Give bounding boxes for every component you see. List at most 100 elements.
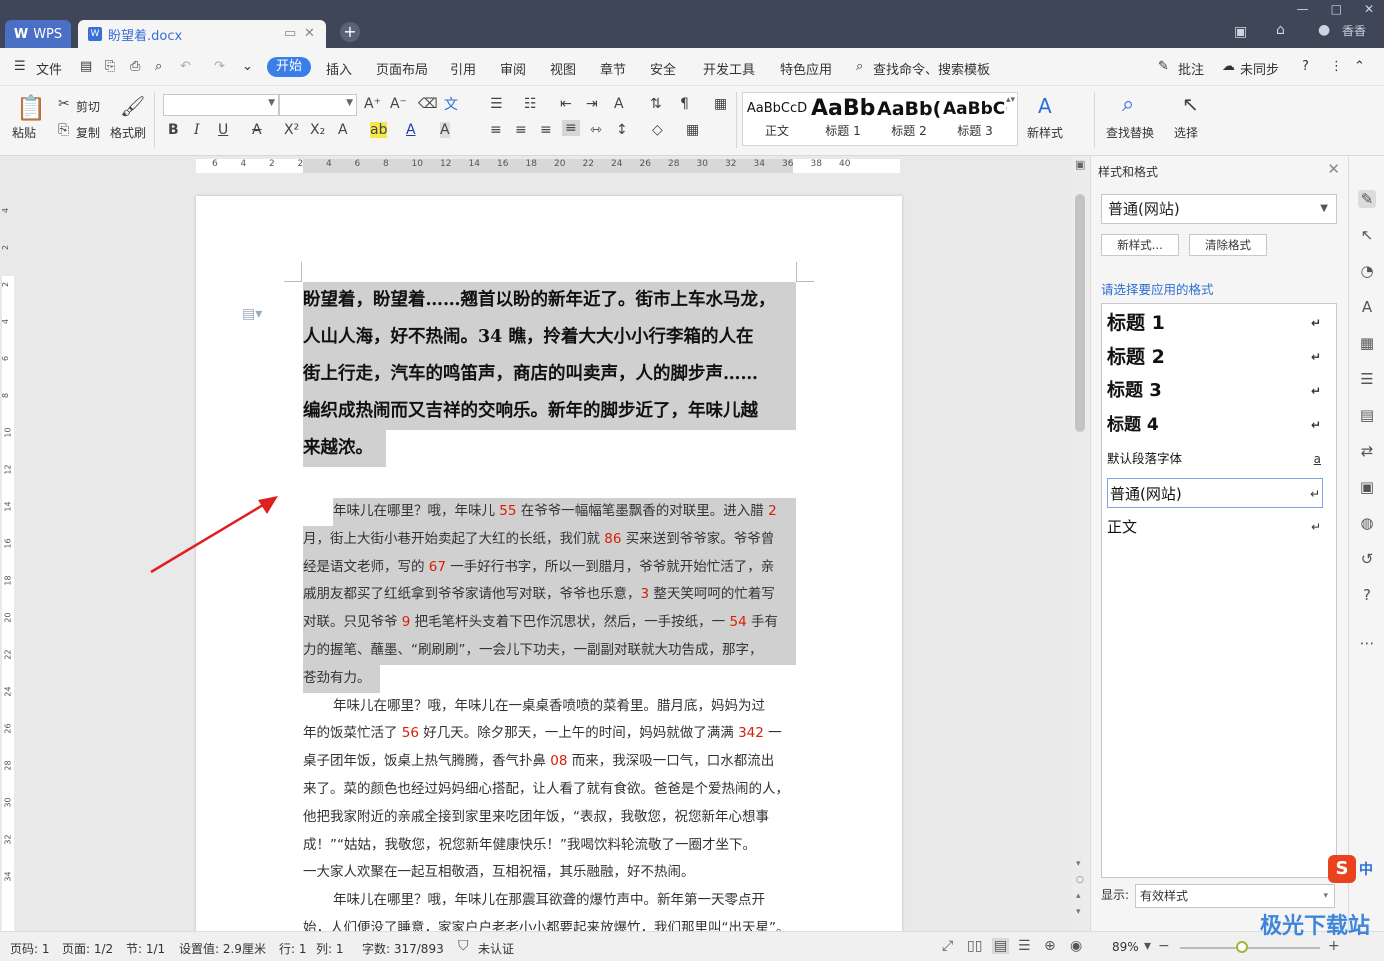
style-heading-2[interactable]: AaBb( 标题 2	[877, 96, 941, 142]
zoom-dropdown-icon[interactable]: ▾	[1144, 938, 1151, 954]
new-style-button[interactable]: 新样式	[1027, 124, 1063, 141]
ime-indicator[interactable]: S 中	[1328, 854, 1384, 884]
scrollbar-thumb[interactable]	[1075, 194, 1085, 432]
shapes-icon[interactable]: ◔	[1358, 262, 1376, 280]
zoom-slider[interactable]	[1180, 947, 1320, 949]
menu-file[interactable]: 文件	[36, 59, 62, 78]
window-count-icon[interactable]: ▣	[1234, 24, 1247, 40]
style-item-default-font[interactable]: 默认段落字体 a	[1107, 444, 1323, 474]
sort-icon[interactable]: ⇅	[650, 96, 662, 112]
style-normal[interactable]: AaBbCcD 正文	[745, 96, 809, 142]
highlight-icon[interactable]: ab	[370, 122, 388, 138]
menu-devtools[interactable]: 开发工具	[703, 59, 755, 78]
tab-wps-home[interactable]: W WPS	[5, 20, 71, 48]
numbered-list-icon[interactable]: ☷	[524, 96, 537, 112]
document-page[interactable]: ▤▾ 盼望着，盼望着……翘首以盼的新年近了。街市上车水马龙， 人山人海，好不热闹…	[196, 196, 902, 931]
comment-icon[interactable]: ✎	[1158, 59, 1169, 74]
close-window-icon[interactable]: ✕	[1364, 2, 1374, 16]
new-style-icon[interactable]: A	[1038, 94, 1052, 118]
current-style-select[interactable]: 普通(网站) ▼	[1101, 194, 1337, 224]
paragraph-options-icon[interactable]: ▤▾	[242, 306, 262, 322]
text-fill-icon[interactable]: A	[1358, 298, 1376, 316]
fullscreen-icon[interactable]: ⤢	[942, 938, 953, 954]
save-icon[interactable]: ▤	[80, 59, 92, 74]
new-tab-button[interactable]: +	[340, 22, 360, 42]
zoom-level[interactable]: 89%	[1112, 940, 1139, 954]
paste-button[interactable]: 粘贴	[12, 124, 36, 141]
menu-sync[interactable]: 未同步	[1240, 59, 1279, 78]
select-cursor-icon[interactable]: ↖	[1182, 92, 1199, 116]
close-panel-icon[interactable]: ✕	[1327, 160, 1340, 178]
menu-comment[interactable]: 批注	[1178, 59, 1204, 78]
close-tab-icon[interactable]: ✕	[304, 26, 315, 41]
undo-icon[interactable]: ↶	[180, 59, 191, 74]
strikethrough-icon[interactable]: A	[252, 122, 262, 138]
zoom-in-icon[interactable]: +	[1328, 938, 1340, 954]
vertical-ruler[interactable]: 4 2 2 4 6 8 10 12 14 16 18 20 22 24 26 28 30 32 34	[0, 176, 16, 931]
font-name-combo[interactable]: ▼	[163, 94, 279, 116]
justify-icon[interactable]: ≡	[562, 120, 580, 136]
font-size-combo[interactable]: ▼	[279, 94, 357, 116]
align-right-icon[interactable]: ≡	[540, 122, 552, 138]
status-row[interactable]: 行: 1	[279, 940, 307, 957]
status-certification[interactable]: 未认证	[478, 940, 514, 957]
avatar[interactable]: ●	[1318, 22, 1330, 38]
status-page-count[interactable]: 页面: 1/2	[62, 940, 113, 957]
status-word-count[interactable]: 字数: 317/893	[362, 940, 444, 957]
horizontal-ruler[interactable]: 6 4 2 2 4 6 8 10 12 14 16 18 20 22 24 26 28 30 32 34 36 38 40	[0, 156, 1090, 176]
maximize-icon[interactable]: □	[1331, 2, 1342, 16]
vertical-scrollbar[interactable]: ▣ ▾ ○ ▴ ▾	[1072, 156, 1090, 931]
increase-font-icon[interactable]: A⁺	[364, 96, 381, 112]
borders-icon[interactable]: ▦	[686, 122, 699, 138]
style-item-heading-3[interactable]: 标题 3 ↵	[1107, 376, 1323, 406]
text-effect-icon[interactable]: A	[338, 122, 348, 138]
menu-review[interactable]: 审阅	[500, 59, 526, 78]
status-column[interactable]: 列: 1	[316, 940, 344, 957]
style-item-body[interactable]: 正文 ↵	[1107, 512, 1323, 542]
help-circle-icon[interactable]: ?	[1358, 586, 1376, 604]
tab-document[interactable]: W 盼望着.docx ▭ ✕	[78, 20, 326, 48]
collapse-ribbon-icon[interactable]: ⌃	[1354, 59, 1365, 74]
styles-pen-icon[interactable]: ✎	[1358, 190, 1376, 208]
menu-chapter[interactable]: 章节	[600, 59, 626, 78]
zoom-slider-knob[interactable]	[1236, 941, 1248, 953]
chinese-layout-icon[interactable]: A	[614, 96, 624, 112]
read-mode-icon[interactable]: ▯▯	[967, 938, 982, 954]
user-name[interactable]: 香香	[1342, 22, 1366, 39]
align-center-icon[interactable]: ≡	[515, 122, 527, 138]
skin-icon[interactable]: ⌂	[1276, 22, 1285, 38]
panel-title[interactable]: 样式和格式	[1098, 163, 1158, 180]
increase-indent-icon[interactable]: ⇥	[586, 96, 598, 112]
style-heading-1[interactable]: AaBb 标题 1	[811, 96, 875, 142]
settings-sliders-icon[interactable]: ☰	[1358, 370, 1376, 388]
pin-window-icon[interactable]: ▭	[284, 26, 296, 41]
web-view-icon[interactable]: ⊕	[1044, 938, 1056, 954]
line-spacing-icon[interactable]: ↕	[616, 122, 628, 138]
page-view-icon[interactable]: ▤	[992, 938, 1010, 954]
clear-format-button[interactable]: 清除格式	[1189, 234, 1267, 256]
menu-start[interactable]: 开始	[267, 57, 311, 77]
menu-special[interactable]: 特色应用	[780, 59, 832, 78]
hamburger-icon[interactable]: ☰	[14, 59, 26, 74]
superscript-icon[interactable]: X²	[284, 122, 299, 138]
phonetic-guide-icon[interactable]: 文	[444, 94, 458, 114]
cut-icon[interactable]: ✂	[58, 96, 70, 112]
quick-access-dropdown-icon[interactable]: ⌄	[242, 59, 253, 74]
clear-format-icon[interactable]: ⌫	[418, 96, 438, 112]
document-body[interactable]: 年味儿在哪里？哦，年味儿 55 在爷爷一幅幅笔墨飘香的对联里。进入腊 2 月，街…	[303, 498, 796, 931]
style-item-web-normal[interactable]: 普通(网站) ↵	[1107, 478, 1323, 508]
table-layout-icon[interactable]: ▦	[714, 96, 727, 112]
backup-icon[interactable]: ◍	[1358, 514, 1376, 532]
selected-heading-paragraph[interactable]: 盼望着，盼望着……翘首以盼的新年近了。街市上车水马龙， 人山人海，好不热闹。34…	[303, 282, 796, 467]
new-style-button-panel[interactable]: 新样式...	[1101, 234, 1179, 256]
underline-icon[interactable]: U	[218, 122, 228, 138]
find-replace-button[interactable]: 查找替换	[1106, 124, 1154, 141]
search-icon[interactable]: ⌕	[856, 59, 863, 74]
paste-icon[interactable]: 📋	[16, 94, 46, 122]
decrease-font-icon[interactable]: A⁻	[390, 96, 407, 112]
menu-insert[interactable]: 插入	[326, 59, 352, 78]
bold-icon[interactable]: B	[168, 122, 179, 138]
style-item-heading-4[interactable]: 标题 4 ↵	[1107, 410, 1323, 440]
history-icon[interactable]: ↺	[1358, 550, 1376, 568]
export-icon[interactable]: ⎘	[105, 59, 115, 74]
